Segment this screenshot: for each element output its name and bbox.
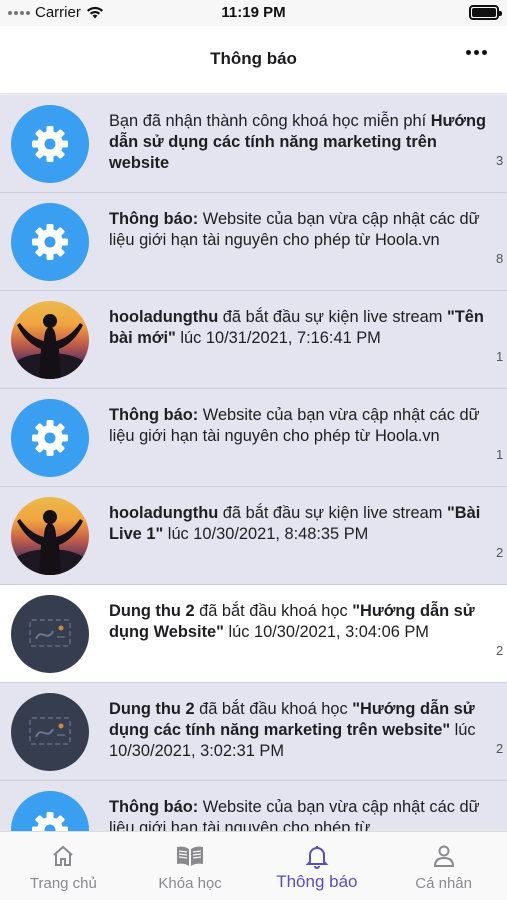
notification-time: 8 (496, 251, 504, 266)
tab-label: Cá nhân (415, 875, 472, 892)
notification-item[interactable]: hooladungthu đã bắt đầu sự kiện live str… (0, 291, 507, 389)
tab-home[interactable]: Trang chủ (0, 832, 127, 900)
more-horizontal-icon[interactable] (466, 50, 487, 55)
notification-time: 2 (496, 545, 504, 560)
status-time: 11:19 PM (221, 4, 286, 21)
notification-text-part: đã bắt đầu sự kiện live stream (218, 308, 447, 326)
course-thumbnail-avatar (11, 693, 89, 771)
notification-text-part: đã bắt đầu khoá học (194, 700, 353, 718)
book-icon (175, 844, 205, 873)
status-bar: Carrier 11:19 PM (0, 0, 507, 26)
notification-text: Thông báo: Website của bạn vừa cập nhật … (109, 797, 494, 831)
notification-item[interactable]: hooladungthu đã bắt đầu sự kiện live str… (0, 487, 507, 585)
notification-text: hooladungthu đã bắt đầu sự kiện live str… (109, 503, 494, 545)
notification-text-bold: hooladungthu (109, 308, 219, 326)
notification-time: 1 (496, 349, 504, 364)
gear-avatar-icon (11, 203, 89, 281)
battery-icon (469, 5, 502, 20)
user-avatar (11, 497, 89, 575)
notification-text-bold: Thông báo: (109, 210, 199, 228)
notification-text-part: đã bắt đầu khoá học (194, 602, 353, 620)
user-avatar (11, 301, 89, 379)
notification-text: Thông báo: Website của bạn vừa cập nhật … (109, 405, 494, 447)
notification-text-part: Bạn đã nhận thành công khoá học miễn phí (109, 112, 431, 130)
gear-avatar-icon (11, 105, 89, 183)
notification-text-part: lúc 10/31/2021, 7:16:41 PM (175, 329, 381, 347)
notification-item[interactable]: Thông báo: Website của bạn vừa cập nhật … (0, 193, 507, 291)
notification-text-bold: Dung thu 2 (109, 602, 195, 620)
notification-time: 2 (496, 643, 504, 658)
notification-text-part: lúc 10/30/2021, 3:04:06 PM (223, 623, 429, 641)
notification-text-bold: Thông báo: (109, 798, 199, 816)
notification-text-bold: hooladungthu (109, 504, 219, 522)
notification-item[interactable]: Dung thu 2 đã bắt đầu khoá học "Hướng dẫ… (0, 683, 507, 781)
notification-text-bold: Dung thu 2 (109, 700, 195, 718)
notification-text-bold: Thông báo: (109, 406, 199, 424)
tab-profile[interactable]: Cá nhân (380, 832, 507, 900)
notification-time: 3 (496, 153, 504, 168)
tab-label: Trang chủ (29, 875, 97, 892)
page-title: Thông báo (210, 49, 297, 68)
tab-courses[interactable]: Khóa học (127, 832, 254, 900)
notification-item[interactable]: Dung thu 2 đã bắt đầu khoá học "Hướng dẫ… (0, 585, 507, 683)
home-icon (51, 844, 75, 873)
gear-avatar-icon (11, 399, 89, 477)
notification-time: 2 (496, 741, 504, 756)
notification-time: 1 (496, 447, 504, 462)
notification-item[interactable]: Bạn đã nhận thành công khoá học miễn phí… (0, 95, 507, 193)
notification-text: Dung thu 2 đã bắt đầu khoá học "Hướng dẫ… (109, 699, 494, 762)
notification-item[interactable]: Thông báo: Website của bạn vừa cập nhật … (0, 781, 507, 831)
bell-icon (305, 844, 329, 875)
notification-text: Bạn đã nhận thành công khoá học miễn phí… (109, 111, 494, 174)
notification-text: hooladungthu đã bắt đầu sự kiện live str… (109, 307, 494, 349)
course-thumbnail-avatar (11, 595, 89, 673)
gear-avatar-icon (11, 791, 89, 831)
tab-label: Khóa học (158, 875, 222, 892)
notification-text: Dung thu 2 đã bắt đầu khoá học "Hướng dẫ… (109, 601, 494, 643)
notification-text-part: lúc 10/30/2021, 8:48:35 PM (163, 525, 369, 543)
tab-bar: Trang chủ Khóa học Thông báo Cá nhân (0, 831, 507, 900)
tab-notifications[interactable]: Thông báo (254, 832, 381, 900)
notification-item[interactable]: Thông báo: Website của bạn vừa cập nhật … (0, 389, 507, 487)
navigation-bar: Thông báo (0, 26, 507, 94)
notification-list[interactable]: Bạn đã nhận thành công khoá học miễn phí… (0, 95, 507, 831)
notification-text-part: đã bắt đầu sự kiện live stream (218, 504, 447, 522)
user-icon (432, 844, 456, 873)
notification-text: Thông báo: Website của bạn vừa cập nhật … (109, 209, 494, 251)
tab-label: Thông báo (276, 872, 358, 891)
